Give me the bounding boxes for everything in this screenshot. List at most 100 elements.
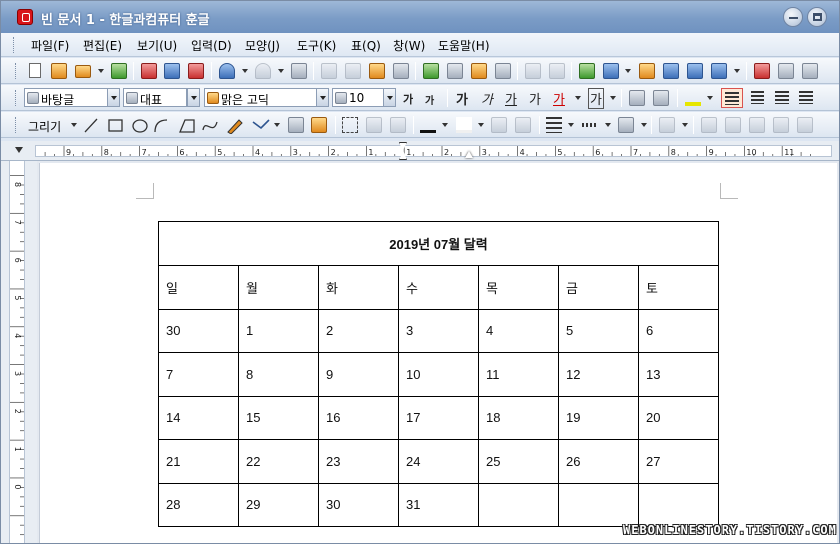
day-cell[interactable]: 20: [638, 395, 719, 440]
object-size-icon[interactable]: [749, 117, 765, 133]
columns-icon[interactable]: [495, 63, 511, 79]
shadow-dropdown-icon[interactable]: [682, 123, 688, 127]
weekday-header[interactable]: 수: [398, 265, 479, 310]
day-cell[interactable]: 10: [398, 352, 479, 397]
function-icon[interactable]: [687, 63, 703, 79]
spellcheck-icon[interactable]: [423, 63, 439, 79]
char-shade-icon[interactable]: 가: [588, 88, 604, 109]
copy-format-icon[interactable]: [778, 63, 794, 79]
align-left-icon[interactable]: [751, 91, 764, 104]
menu-help[interactable]: 도움말(H): [438, 37, 490, 54]
day-cell[interactable]: 29: [238, 482, 319, 527]
day-cell[interactable]: 12: [558, 352, 639, 397]
arrow-style-icon[interactable]: [618, 117, 634, 133]
menu-file[interactable]: 파일(F): [31, 37, 69, 54]
weekday-header[interactable]: 화: [318, 265, 399, 310]
day-cell[interactable]: 30: [318, 482, 399, 527]
day-cell[interactable]: [638, 482, 719, 527]
paste-icon[interactable]: [369, 63, 385, 79]
line-color-dropdown-icon[interactable]: [442, 123, 448, 127]
cell-icon[interactable]: [754, 63, 770, 79]
chart-icon[interactable]: [639, 63, 655, 79]
object-props-icon[interactable]: [773, 117, 789, 133]
day-cell[interactable]: 6: [638, 308, 719, 353]
hwp-app-icon[interactable]: [17, 9, 33, 25]
fill-color-icon[interactable]: [456, 117, 472, 133]
font-size-select[interactable]: 10: [332, 88, 384, 107]
unlink-icon[interactable]: [549, 63, 565, 79]
object-wrap-icon[interactable]: [797, 117, 813, 133]
distribute-objects-icon[interactable]: [725, 117, 741, 133]
day-cell[interactable]: 30: [158, 308, 239, 353]
format-painter-icon[interactable]: [393, 63, 409, 79]
symbol-dropdown-icon[interactable]: [734, 69, 740, 73]
style-select[interactable]: 바탕글: [24, 88, 108, 107]
day-cell[interactable]: 7: [158, 352, 239, 397]
open-folder-icon[interactable]: [75, 65, 91, 78]
font-color-icon[interactable]: 가: [553, 89, 565, 108]
document-area[interactable]: 2019년 07월 달력 일 월 화 수 목 금 토 30 1 2 3 4 5 …: [37, 161, 839, 543]
document-page[interactable]: 2019년 07월 달력 일 월 화 수 목 금 토 30 1 2 3 4 5 …: [39, 163, 837, 543]
day-cell[interactable]: 18: [478, 395, 559, 440]
find-icon[interactable]: [291, 63, 307, 79]
horizontal-ruler[interactable]: 9 8 7 6 5 4 3 2 1 1 2 3 4 5 6 7 8 9 10 11: [1, 141, 839, 161]
menu-format[interactable]: 모양(J): [245, 37, 280, 54]
draw-dropdown-icon[interactable]: [71, 123, 77, 127]
menu-table[interactable]: 표(Q): [351, 37, 381, 54]
grow-font-icon[interactable]: 가: [403, 91, 413, 107]
table-dropdown-icon[interactable]: [625, 69, 631, 73]
day-cell[interactable]: 11: [478, 352, 559, 397]
day-cell[interactable]: 25: [478, 439, 559, 484]
char-shade-dropdown-icon[interactable]: [610, 96, 616, 100]
day-cell[interactable]: 17: [398, 395, 479, 440]
bring-forward-icon[interactable]: [491, 117, 507, 133]
shrink-font-icon[interactable]: 가: [425, 92, 434, 107]
day-cell[interactable]: 4: [478, 308, 559, 353]
page-setup-icon[interactable]: [802, 63, 818, 79]
align-objects-icon[interactable]: [701, 117, 717, 133]
justify-button[interactable]: [721, 88, 743, 108]
symbol-icon[interactable]: [711, 63, 727, 79]
table-icon[interactable]: [603, 63, 619, 79]
highlighter-dropdown-icon[interactable]: [707, 96, 713, 100]
textbox-icon[interactable]: [288, 117, 304, 133]
undo-icon[interactable]: [219, 63, 235, 79]
weekday-header[interactable]: 일: [158, 265, 239, 310]
day-cell[interactable]: 19: [558, 395, 639, 440]
day-cell[interactable]: [478, 482, 559, 527]
new-document-icon[interactable]: [29, 63, 41, 78]
menu-edit[interactable]: 편집(E): [83, 37, 122, 54]
maximize-button[interactable]: [807, 7, 827, 27]
menu-insert[interactable]: 입력(D): [191, 37, 232, 54]
day-cell[interactable]: 13: [638, 352, 719, 397]
day-cell[interactable]: 9: [318, 352, 399, 397]
spacing-wide-icon[interactable]: [629, 90, 645, 106]
paragraph-icon[interactable]: [447, 63, 463, 79]
calendar-table[interactable]: 2019년 07월 달력 일 월 화 수 목 금 토 30 1 2 3 4 5 …: [158, 221, 719, 527]
template-icon[interactable]: [51, 63, 67, 79]
day-cell[interactable]: 26: [558, 439, 639, 484]
day-cell[interactable]: 31: [398, 482, 479, 527]
line-color-icon[interactable]: [420, 117, 436, 133]
weekday-header[interactable]: 목: [478, 265, 559, 310]
day-cell[interactable]: 14: [158, 395, 239, 440]
rotate-object-icon[interactable]: [366, 117, 382, 133]
draw-menu-button[interactable]: 그리기: [28, 118, 61, 135]
right-margin-marker-icon[interactable]: [465, 151, 473, 158]
preview-icon[interactable]: [164, 63, 180, 79]
redo-dropdown-icon[interactable]: [278, 69, 284, 73]
language-dropdown-button[interactable]: [187, 88, 200, 107]
day-cell[interactable]: 1: [238, 308, 319, 353]
fill-color-dropdown-icon[interactable]: [478, 123, 484, 127]
toolbar-grip[interactable]: [15, 90, 18, 106]
minimize-button[interactable]: [783, 7, 803, 27]
line-style-dropdown-icon[interactable]: [568, 123, 574, 127]
style-icon[interactable]: [471, 63, 487, 79]
copy-icon[interactable]: [345, 63, 361, 79]
day-cell[interactable]: 15: [238, 395, 319, 440]
day-cell[interactable]: 24: [398, 439, 479, 484]
font-color-dropdown-icon[interactable]: [575, 96, 581, 100]
line-style-icon[interactable]: [546, 117, 562, 133]
shadow-icon[interactable]: [659, 117, 675, 133]
italic-icon[interactable]: 가: [481, 89, 493, 108]
